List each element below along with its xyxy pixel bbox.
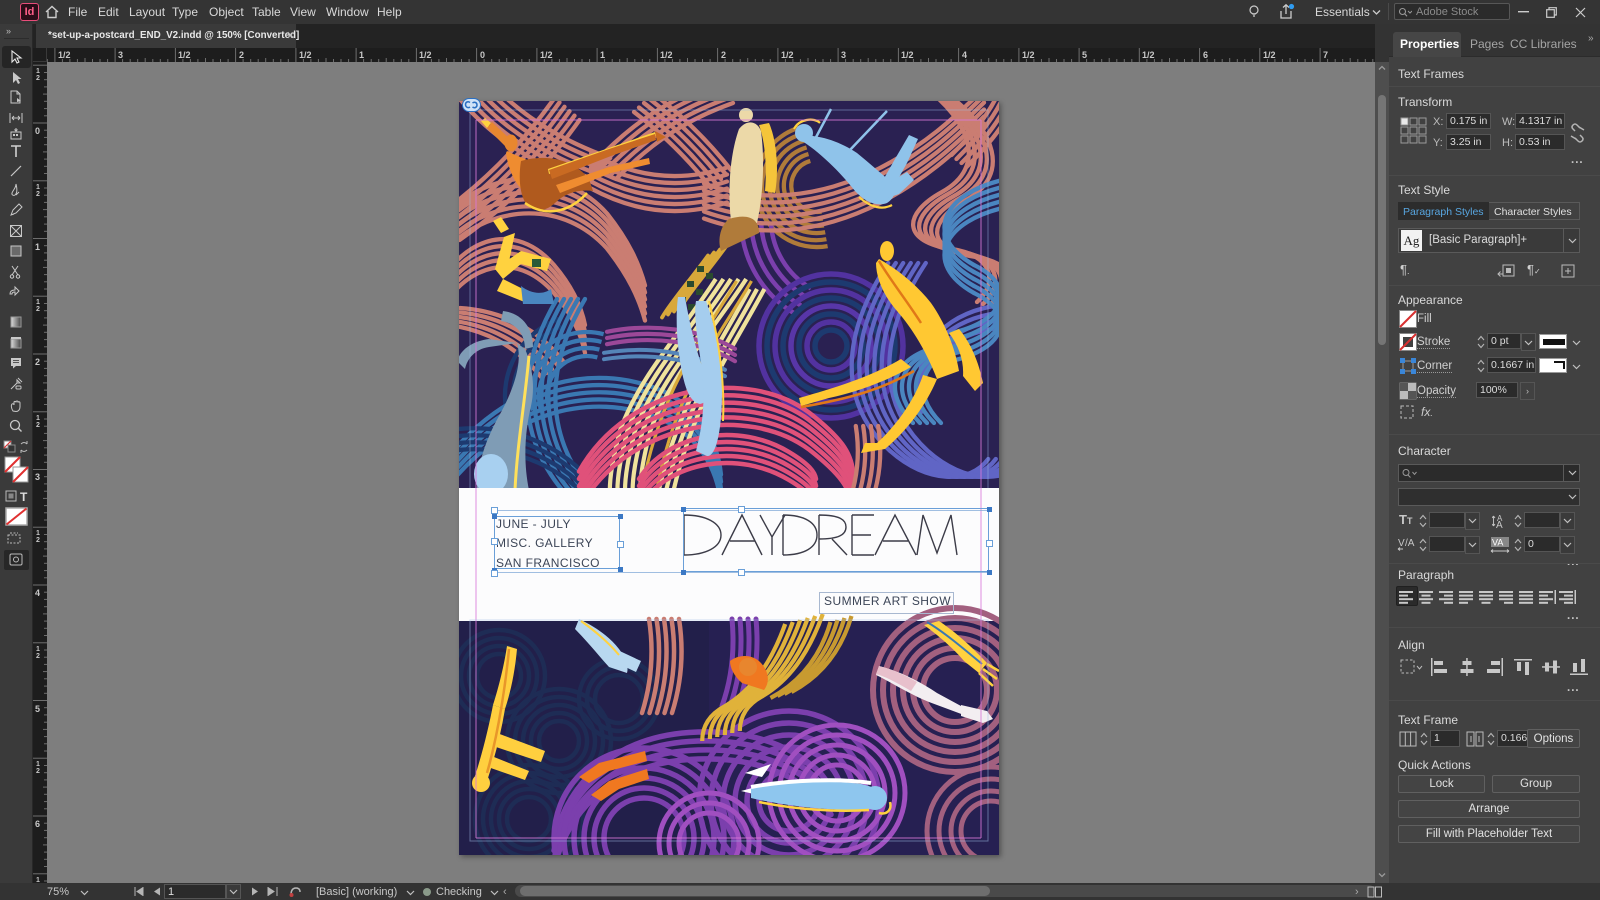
svg-text:1: 1 (359, 50, 364, 60)
svg-text:1: 1 (36, 299, 40, 306)
svg-text:2: 2 (36, 768, 40, 775)
svg-text:T: T (20, 490, 28, 503)
svg-text:3: 3 (841, 50, 846, 60)
svg-text:2: 2 (36, 306, 40, 313)
svg-text:1/2: 1/2 (419, 50, 432, 60)
svg-text:2: 2 (239, 50, 244, 60)
svg-text:2: 2 (721, 50, 726, 60)
svg-text:1/2: 1/2 (901, 50, 914, 60)
svg-text:1: 1 (36, 761, 40, 768)
svg-text:6: 6 (1203, 50, 1208, 60)
svg-text:1/2: 1/2 (1263, 50, 1276, 60)
svg-text:1/2: 1/2 (178, 50, 191, 60)
svg-text:0: 0 (35, 126, 40, 136)
svg-text:VA: VA (1492, 538, 1503, 548)
svg-text:1: 1 (35, 242, 40, 252)
svg-text:1/2: 1/2 (1142, 50, 1155, 60)
svg-text:5: 5 (1082, 50, 1087, 60)
svg-text:3: 3 (118, 50, 123, 60)
svg-text:2: 2 (35, 357, 40, 367)
svg-text:2: 2 (36, 75, 40, 82)
svg-text:3: 3 (35, 472, 40, 482)
svg-text:1/2: 1/2 (58, 50, 71, 60)
svg-text:5: 5 (35, 704, 40, 714)
svg-text:1: 1 (36, 415, 40, 422)
svg-text:1/2: 1/2 (299, 50, 312, 60)
svg-text:1: 1 (36, 68, 40, 75)
svg-text:V: V (1398, 538, 1405, 549)
svg-text:1: 1 (600, 50, 605, 60)
svg-text:4: 4 (962, 50, 967, 60)
svg-text:A: A (1496, 520, 1503, 529)
svg-text:4: 4 (35, 588, 40, 598)
svg-text:2: 2 (36, 191, 40, 198)
svg-text:/A: /A (1405, 538, 1415, 549)
svg-text:1/2: 1/2 (1022, 50, 1035, 60)
svg-text:2: 2 (36, 537, 40, 544)
svg-text:2: 2 (36, 422, 40, 429)
svg-text:1/2: 1/2 (781, 50, 794, 60)
svg-text:7: 7 (1323, 50, 1328, 60)
svg-text:1: 1 (36, 646, 40, 653)
svg-text:1: 1 (36, 530, 40, 537)
svg-text:1: 1 (36, 184, 40, 191)
svg-text:0: 0 (480, 50, 485, 60)
svg-text:1/2: 1/2 (540, 50, 553, 60)
svg-text:1/2: 1/2 (660, 50, 673, 60)
svg-text:6: 6 (35, 819, 40, 829)
svg-text:2: 2 (36, 653, 40, 660)
